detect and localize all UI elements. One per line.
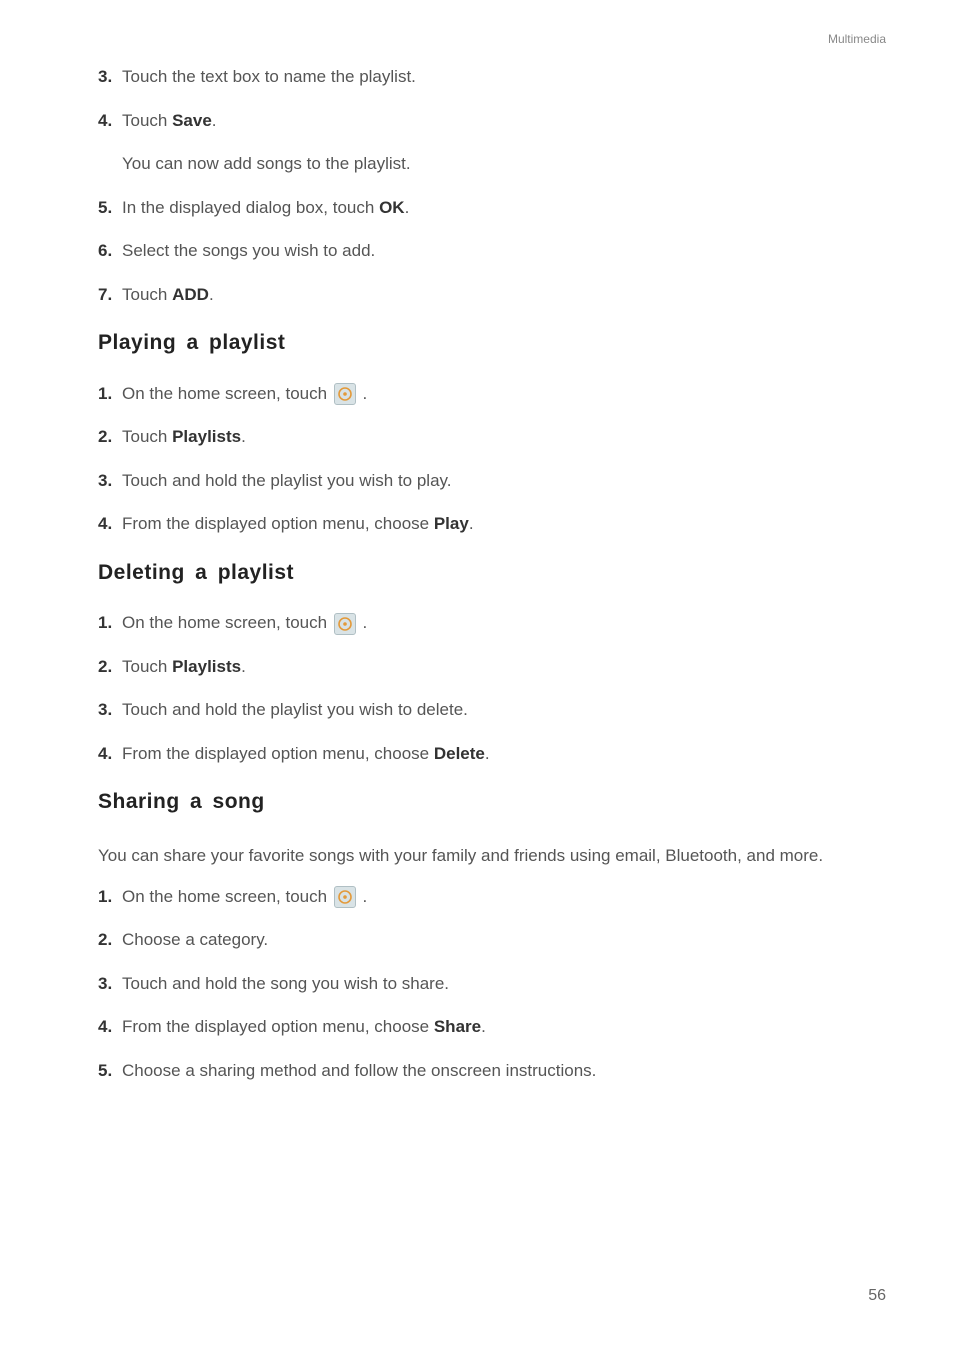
step-number: 3. <box>98 971 122 997</box>
step-bold: OK <box>379 198 405 217</box>
step-suffix: . <box>469 514 474 533</box>
step-number: 2. <box>98 424 122 450</box>
step-suffix: . <box>209 285 214 304</box>
step-text: Touch Playlists. <box>122 654 246 680</box>
step-text: From the displayed option menu, choose D… <box>122 741 490 767</box>
step-suffix: . <box>405 198 410 217</box>
step-text: Touch and hold the playlist you wish to … <box>122 468 452 494</box>
step-prefix: On the home screen, touch <box>122 384 332 403</box>
step-text: Choose a sharing method and follow the o… <box>122 1058 596 1084</box>
step-item: 5. Choose a sharing method and follow th… <box>98 1058 864 1084</box>
step-prefix: From the displayed option menu, choose <box>122 514 434 533</box>
step-prefix: In the displayed dialog box, touch <box>122 198 379 217</box>
step-text: In the displayed dialog box, touch OK. <box>122 195 409 221</box>
sharing-intro: You can share your favorite songs with y… <box>98 840 864 872</box>
step-number: 4. <box>98 108 122 134</box>
step-prefix: Touch <box>122 427 172 446</box>
heading-playing: Playing a playlist <box>98 327 864 359</box>
section-header: Multimedia <box>828 30 886 48</box>
step-number: 7. <box>98 282 122 308</box>
step-item: 1. On the home screen, touch . <box>98 610 864 636</box>
music-app-icon <box>334 383 356 405</box>
step-item: 2. Touch Playlists. <box>98 424 864 450</box>
step-item: 2. Choose a category. <box>98 927 864 953</box>
step-number: 5. <box>98 1058 122 1084</box>
step-bold: Playlists <box>172 427 241 446</box>
step-item: 4. From the displayed option menu, choos… <box>98 1014 864 1040</box>
step-subtext: You can now add songs to the playlist. <box>122 151 864 177</box>
step-text: Touch ADD. <box>122 282 214 308</box>
step-text: Touch Save. <box>122 108 217 134</box>
step-bold: ADD <box>172 285 209 304</box>
step-item: 3. Touch the text box to name the playli… <box>98 64 864 90</box>
deleting-steps: 1. On the home screen, touch . 2. Touch … <box>98 610 864 766</box>
step-prefix: Touch <box>122 111 172 130</box>
step-number: 3. <box>98 468 122 494</box>
step-number: 3. <box>98 64 122 90</box>
step-suffix: . <box>212 111 217 130</box>
step-number: 4. <box>98 1014 122 1040</box>
step-bold: Playlists <box>172 657 241 676</box>
step-prefix: Touch <box>122 657 172 676</box>
playing-steps: 1. On the home screen, touch . 2. Touch … <box>98 381 864 537</box>
step-item: 4. From the displayed option menu, choos… <box>98 511 864 537</box>
intro-steps: 3. Touch the text box to name the playli… <box>98 64 864 307</box>
step-item: 7. Touch ADD. <box>98 282 864 308</box>
step-text: Touch the text box to name the playlist. <box>122 64 416 90</box>
step-suffix: . <box>241 657 246 676</box>
step-number: 3. <box>98 697 122 723</box>
step-bold: Save <box>172 111 212 130</box>
step-text: From the displayed option menu, choose P… <box>122 511 474 537</box>
step-item: 1. On the home screen, touch . <box>98 381 864 407</box>
step-number: 1. <box>98 610 122 636</box>
step-text: Select the songs you wish to add. <box>122 238 375 264</box>
music-app-icon <box>334 613 356 635</box>
step-number: 2. <box>98 927 122 953</box>
heading-sharing: Sharing a song <box>98 786 864 818</box>
step-text: On the home screen, touch . <box>122 884 367 910</box>
page-number: 56 <box>868 1284 886 1308</box>
step-number: 1. <box>98 884 122 910</box>
heading-deleting: Deleting a playlist <box>98 557 864 589</box>
step-item: 2. Touch Playlists. <box>98 654 864 680</box>
step-number: 4. <box>98 741 122 767</box>
step-bold: Delete <box>434 744 485 763</box>
step-number: 1. <box>98 381 122 407</box>
step-suffix: . <box>481 1017 486 1036</box>
step-item: 5. In the displayed dialog box, touch OK… <box>98 195 864 221</box>
step-text: Choose a category. <box>122 927 268 953</box>
step-suffix: . <box>363 887 368 906</box>
step-text: On the home screen, touch . <box>122 610 367 636</box>
step-prefix: On the home screen, touch <box>122 887 332 906</box>
step-suffix: . <box>363 384 368 403</box>
step-item: 4. Touch Save. <box>98 108 864 134</box>
step-item: 4. From the displayed option menu, choos… <box>98 741 864 767</box>
step-text: Touch and hold the playlist you wish to … <box>122 697 468 723</box>
step-prefix: From the displayed option menu, choose <box>122 1017 434 1036</box>
step-number: 5. <box>98 195 122 221</box>
step-text: On the home screen, touch . <box>122 381 367 407</box>
step-item: 3. Touch and hold the playlist you wish … <box>98 468 864 494</box>
step-prefix: Touch <box>122 285 172 304</box>
step-suffix: . <box>363 613 368 632</box>
step-number: 4. <box>98 511 122 537</box>
step-suffix: . <box>485 744 490 763</box>
step-text: From the displayed option menu, choose S… <box>122 1014 486 1040</box>
step-bold: Share <box>434 1017 481 1036</box>
step-item: 6. Select the songs you wish to add. <box>98 238 864 264</box>
step-number: 2. <box>98 654 122 680</box>
sharing-steps: 1. On the home screen, touch . 2. Choose… <box>98 884 864 1084</box>
step-prefix: On the home screen, touch <box>122 613 332 632</box>
step-bold: Play <box>434 514 469 533</box>
step-prefix: From the displayed option menu, choose <box>122 744 434 763</box>
step-suffix: . <box>241 427 246 446</box>
music-app-icon <box>334 886 356 908</box>
step-item: 3. Touch and hold the playlist you wish … <box>98 697 864 723</box>
step-number: 6. <box>98 238 122 264</box>
step-item: 1. On the home screen, touch . <box>98 884 864 910</box>
step-text: Touch and hold the song you wish to shar… <box>122 971 449 997</box>
step-text: Touch Playlists. <box>122 424 246 450</box>
step-item: 3. Touch and hold the song you wish to s… <box>98 971 864 997</box>
